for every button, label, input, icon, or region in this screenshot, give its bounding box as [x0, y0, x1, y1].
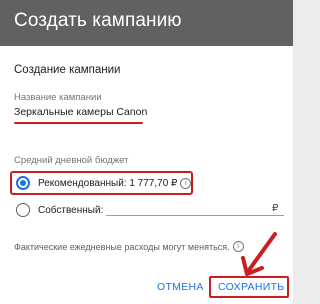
spend-note-text: Фактические ежедневные расходы могут мен… — [14, 241, 230, 252]
radio-unchecked-icon[interactable] — [16, 203, 30, 217]
create-campaign-dialog: Создать кампанию Создание кампании Назва… — [0, 0, 293, 304]
campaign-name-underline-annotation — [14, 122, 143, 124]
section-title: Создание кампании — [14, 64, 121, 76]
annotation-arrow-icon — [241, 232, 277, 276]
spend-note: Фактические ежедневные расходы могут мен… — [14, 241, 244, 252]
budget-option-recommended-label: Рекомендованный: 1 777,70 ₽ — [38, 177, 178, 189]
budget-option-custom-label: Собственный: — [38, 204, 104, 216]
campaign-name-input[interactable] — [14, 103, 174, 121]
save-button[interactable]: СОХРАНИТЬ — [218, 281, 285, 293]
custom-budget-underline — [106, 215, 284, 216]
radio-checked-icon[interactable] — [16, 176, 30, 190]
currency-symbol: ₽ — [272, 203, 279, 214]
dialog-title: Создать кампанию — [14, 10, 182, 31]
info-icon[interactable]: i — [180, 177, 192, 189]
budget-option-recommended[interactable]: Рекомендованный: 1 777,70 ₽ i — [12, 172, 282, 194]
cancel-button[interactable]: ОТМЕНА — [157, 281, 204, 293]
budget-label: Средний дневной бюджет — [14, 155, 129, 166]
campaign-name-label: Название кампании — [14, 92, 102, 103]
custom-budget-input[interactable] — [106, 203, 266, 215]
dialog-header: Создать кампанию — [0, 0, 293, 46]
